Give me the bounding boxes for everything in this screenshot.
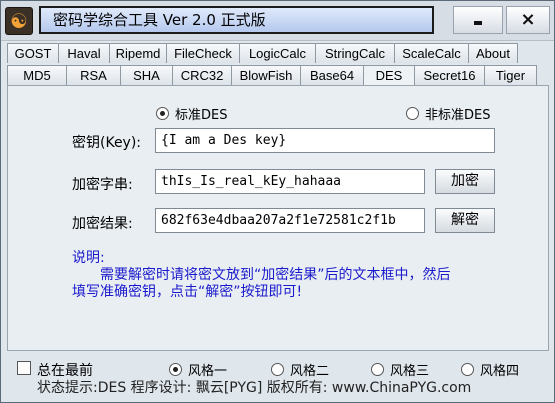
note-line-1: 需要解密时请将密文放到“加密结果”后的文本框中，然后 <box>100 267 451 283</box>
decrypt-button[interactable]: 解密 <box>435 208 495 233</box>
key-label: 密钥(Key): <box>72 135 142 151</box>
minimize-icon <box>474 21 482 25</box>
key-input[interactable]: {I am a Des key} <box>155 128 495 153</box>
tab-gost[interactable]: GOST <box>7 43 59 63</box>
radio-unchecked-icon <box>406 107 419 120</box>
tab-row-2: MD5 RSA SHA CRC32 BlowFish Base64 DES Secret16 T… <box>7 65 537 85</box>
tab-filecheck[interactable]: FileCheck <box>166 43 240 63</box>
tab-secret16[interactable]: Secret16 <box>414 65 485 85</box>
radio-nonstandard-des[interactable]: 非标准DES <box>406 104 490 123</box>
result-input[interactable]: 682f63e4dbaa207a2f1e72581c2f1b <box>155 208 425 233</box>
note-line-2: 填写准确密钥，点击“解密”按钮即可! <box>72 284 303 300</box>
tab-base64[interactable]: Base64 <box>300 65 364 85</box>
radio-standard-des-label: 标准DES <box>175 108 228 123</box>
minimize-button[interactable] <box>453 6 503 34</box>
tab-tiger[interactable]: Tiger <box>484 65 537 85</box>
tab-stringcalc[interactable]: StringCalc <box>315 43 395 63</box>
tab-rsa[interactable]: RSA <box>66 65 121 85</box>
tab-about[interactable]: About <box>468 43 518 63</box>
status-text: 状态提示:DES 程序设计: 飘云[PYG] 版权所有: www.ChinaPY… <box>37 380 472 396</box>
close-button[interactable]: × <box>506 6 550 34</box>
tab-haval[interactable]: Haval <box>58 43 110 63</box>
tab-scalecalc[interactable]: ScaleCalc <box>394 43 469 63</box>
encrypt-button[interactable]: 加密 <box>435 169 495 194</box>
title-bar: ☯ 密码学综合工具 Ver 2.0 正式版 × <box>1 1 554 41</box>
tab-row-1: GOST Haval Ripemd FileCheck LogicCalc StringC… <box>7 43 518 63</box>
tab-ripemd[interactable]: Ripemd <box>109 43 167 63</box>
radio-standard-des[interactable]: 标准DES <box>156 104 227 123</box>
note-title: 说明: <box>72 250 105 266</box>
radio-checked-icon <box>156 107 169 120</box>
tab-blowfish[interactable]: BlowFish <box>231 65 301 85</box>
main-window: ☯ 密码学综合工具 Ver 2.0 正式版 × GOST Haval Ripemd F… <box>0 0 555 403</box>
des-panel: 标准DES 非标准DES 密钥(Key): {I am a Des key} 加… <box>7 85 549 351</box>
instructions-text: 说明: 需要解密时请将密文放到“加密结果”后的文本框中，然后 填写准确密钥，点击… <box>72 250 502 301</box>
tab-des[interactable]: DES <box>363 65 415 85</box>
status-bar: 状态提示:DES 程序设计: 飘云[PYG] 版权所有: www.ChinaPY… <box>1 373 554 403</box>
result-label: 加密结果: <box>72 216 133 232</box>
tab-crc32[interactable]: CRC32 <box>172 65 232 85</box>
plaintext-label: 加密字串: <box>72 177 133 193</box>
tab-sha[interactable]: SHA <box>120 65 173 85</box>
plaintext-input[interactable]: thIs_Is_real_kEy_hahaaa <box>155 169 425 194</box>
tab-md5[interactable]: MD5 <box>7 65 67 85</box>
app-logo-icon[interactable]: ☯ <box>5 7 33 35</box>
tab-logiccalc[interactable]: LogicCalc <box>239 43 316 63</box>
window-title: 密码学综合工具 Ver 2.0 正式版 <box>39 6 434 34</box>
radio-nonstandard-des-label: 非标准DES <box>425 108 491 123</box>
